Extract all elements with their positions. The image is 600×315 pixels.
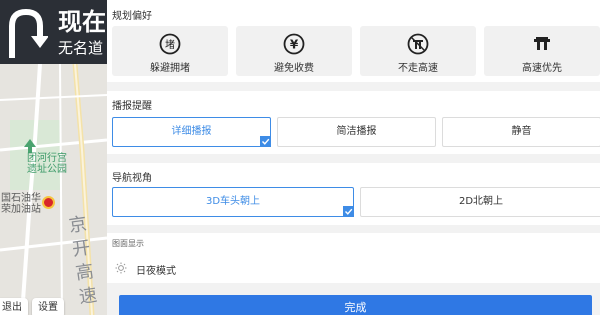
selected-check-icon: [343, 206, 354, 217]
banner-title: 现在: [58, 8, 106, 36]
exit-button[interactable]: 退出: [0, 298, 28, 315]
option-2d-north-up[interactable]: 2D北朝上: [360, 187, 600, 217]
section-title-broadcast: 播报提醒: [112, 101, 152, 112]
sun-icon: [115, 262, 127, 274]
day-night-mode-label: 日夜模式: [136, 266, 176, 277]
highway-first-icon: [534, 37, 550, 50]
settings-button[interactable]: 设置: [32, 298, 64, 315]
option-label: 2D北朝上: [458, 196, 504, 207]
option-label: 不走高速: [398, 63, 438, 74]
poi-gas-station-label: 国石油华 荣加油站: [1, 193, 41, 215]
option-label: 高速优先: [522, 63, 562, 74]
option-label: 躲避拥堵: [150, 63, 190, 74]
u-turn-icon: [9, 8, 48, 58]
day-night-mode-row[interactable]: 日夜模式: [107, 253, 600, 283]
option-concise-broadcast[interactable]: 简洁播报: [277, 117, 436, 147]
settings-panel: 规划偏好 堵 躲避拥堵 ¥ 避免收费 不走高速 高速优先 播报提醒 详细播报 简…: [107, 0, 600, 315]
done-button[interactable]: 完成: [119, 295, 592, 315]
option-label: 3D车头朝上: [205, 196, 261, 207]
section-title-route-preference: 规划偏好: [112, 11, 152, 22]
route-preference-section: 规划偏好 堵 躲避拥堵 ¥ 避免收费 不走高速 高速优先: [107, 0, 600, 82]
option-label: 简洁播报: [336, 126, 377, 137]
poi-park-label: 团河行宫 遗址公园: [27, 153, 67, 175]
navigation-banner: 现在 无名道: [0, 0, 107, 64]
option-no-highway[interactable]: 不走高速: [360, 26, 476, 76]
option-label: 静音: [511, 126, 532, 137]
park-marker-icon: [24, 139, 36, 153]
view-angle-section: 导航视角 3D车头朝上 2D北朝上: [107, 163, 600, 225]
svg-text:堵: 堵: [165, 38, 175, 51]
option-avoid-congestion[interactable]: 堵 躲避拥堵: [112, 26, 228, 76]
option-mute[interactable]: 静音: [442, 117, 600, 147]
map-view[interactable]: 现在 无名道 团河行宫 遗址公园 国石油华 荣加油站 京开高速 退出 设置: [0, 0, 107, 315]
option-label: 详细播报: [171, 126, 212, 137]
section-title-view-angle: 导航视角: [112, 173, 152, 184]
broadcast-section: 播报提醒 详细播报 简洁播报 静音: [107, 91, 600, 154]
option-avoid-toll[interactable]: ¥ 避免收费: [236, 26, 352, 76]
svg-text:¥: ¥: [290, 38, 299, 52]
option-3d-heading-up[interactable]: 3D车头朝上: [112, 187, 354, 217]
option-label: 避免收费: [274, 63, 314, 74]
avoid-toll-icon: ¥: [283, 33, 305, 55]
no-highway-icon: [407, 33, 429, 55]
banner-road-name: 无名道: [58, 39, 104, 57]
option-detailed-broadcast[interactable]: 详细播报: [112, 117, 271, 147]
option-highway-first[interactable]: 高速优先: [484, 26, 600, 76]
gas-station-marker-icon: [42, 196, 55, 209]
avoid-congestion-icon: 堵: [159, 33, 181, 55]
display-section: 图面显示: [107, 233, 600, 253]
section-title-display: 图面显示: [112, 239, 144, 248]
selected-check-icon: [260, 136, 271, 147]
